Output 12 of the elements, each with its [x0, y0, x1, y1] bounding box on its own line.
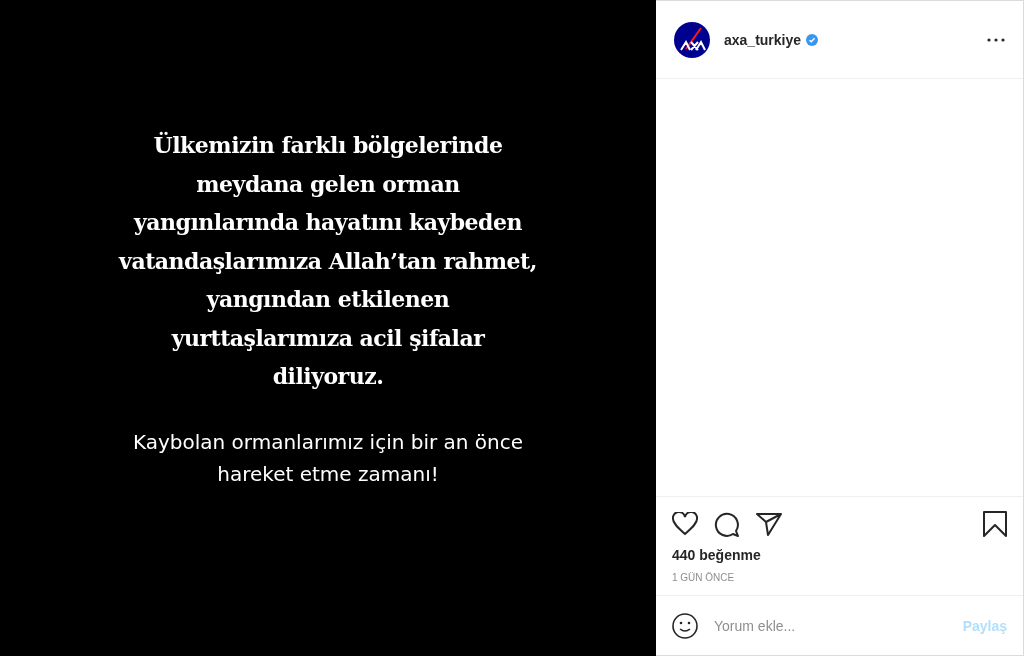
emoji-icon[interactable] — [672, 612, 698, 639]
post-subline: Kaybolan ormanlarımız için bir an önce hareket etme zamanı! — [132, 428, 524, 488]
avatar-logo-icon[interactable] — [674, 21, 710, 58]
more-options-icon[interactable] — [987, 37, 1005, 42]
username-link[interactable]: axa_turkiye — [724, 31, 802, 48]
post-headline: Ülkemizin farklı bölgelerinde meydana gelen orman yangınlarında hayatını kaybeden vatandaşlarımıza Allah’tan rahmet, yangından etkilenen yurttaşlarımıza acil şifalar diliyoruz. — [119, 131, 537, 392]
likes-count[interactable]: 440 beğenme — [672, 547, 761, 563]
heart-icon[interactable] — [672, 512, 698, 536]
bookmark-icon[interactable] — [983, 511, 1007, 537]
post-time: 1 GÜN ÖNCE — [672, 572, 735, 583]
comment-icon[interactable] — [714, 511, 740, 537]
send-icon[interactable] — [756, 512, 782, 536]
